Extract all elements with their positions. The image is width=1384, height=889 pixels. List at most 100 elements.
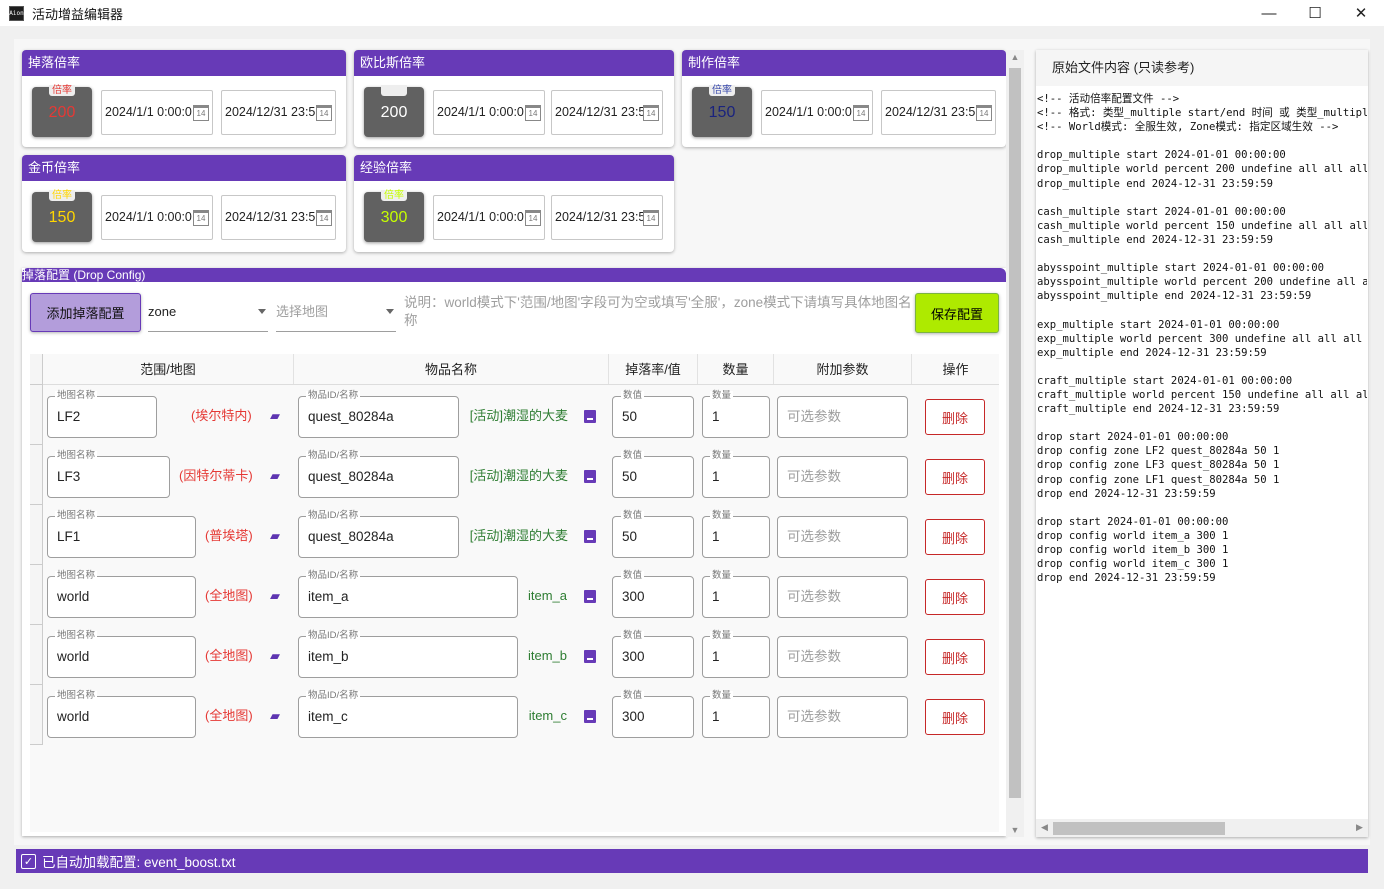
row-header[interactable]	[30, 685, 43, 745]
count-input[interactable]: 1	[702, 636, 770, 678]
column-header-map[interactable]: 范围/地图	[43, 354, 294, 384]
row-header[interactable]	[30, 505, 43, 565]
item-save-icon[interactable]	[584, 470, 596, 483]
map-select[interactable]: 选择地图	[276, 296, 396, 332]
end-date-picker[interactable]: 2024/12/31 23:5 14	[881, 90, 996, 135]
map-icon[interactable]: ▰	[270, 589, 283, 603]
scroll-down-arrow-icon[interactable]: ▼	[1006, 825, 1024, 835]
extra-params-input[interactable]: 可选参数	[777, 696, 908, 738]
horizontal-scrollbar[interactable]: ◀ ▶	[1036, 819, 1368, 837]
map-name-input[interactable]: world	[47, 696, 196, 738]
item-save-icon[interactable]	[584, 710, 596, 723]
calendar-icon[interactable]: 14	[316, 105, 332, 121]
raw-line: exp_multiple world percent 300 undefine …	[1037, 332, 1363, 345]
multiplier-box[interactable]: 200	[364, 85, 424, 137]
multiplier-box[interactable]: 倍率 300	[364, 190, 424, 242]
map-icon[interactable]: ▰	[270, 469, 283, 483]
start-date-picker[interactable]: 2024/1/1 0:00:0 14	[761, 90, 873, 135]
start-date-picker[interactable]: 2024/1/1 0:00:0 14	[101, 195, 213, 240]
end-date-picker[interactable]: 2024/12/31 23:5 14	[221, 90, 336, 135]
extra-params-input[interactable]: 可选参数	[777, 636, 908, 678]
multiplier-box[interactable]: 倍率 200	[32, 85, 92, 137]
auto-load-checkbox[interactable]: ✓	[21, 853, 36, 869]
delete-row-button[interactable]: 删除	[925, 399, 985, 435]
start-date-picker[interactable]: 2024/1/1 0:00:0 14	[433, 90, 545, 135]
count-input[interactable]: 1	[702, 696, 770, 738]
calendar-icon[interactable]: 14	[193, 210, 209, 226]
close-button[interactable]: ✕	[1338, 0, 1384, 26]
end-date-picker[interactable]: 2024/12/31 23:5 14	[551, 195, 663, 240]
multiplier-box[interactable]: 倍率 150	[692, 85, 752, 137]
rate-input[interactable]: 50	[612, 516, 694, 558]
minimize-button[interactable]: —	[1246, 0, 1292, 26]
column-header-rate[interactable]: 掉落率/值	[609, 354, 698, 384]
extra-params-input[interactable]: 可选参数	[777, 576, 908, 618]
calendar-icon[interactable]: 14	[525, 210, 541, 226]
row-header[interactable]	[30, 445, 43, 505]
maximize-button[interactable]: ☐	[1292, 0, 1338, 26]
end-date-picker[interactable]: 2024/12/31 23:5 14	[551, 90, 663, 135]
extra-params-input[interactable]: 可选参数	[777, 396, 908, 438]
rate-input[interactable]: 300	[612, 576, 694, 618]
rate-input[interactable]: 300	[612, 636, 694, 678]
calendar-icon[interactable]: 14	[525, 105, 541, 121]
map-icon[interactable]: ▰	[270, 529, 283, 543]
extra-params-input[interactable]: 可选参数	[777, 516, 908, 558]
row-header[interactable]	[30, 625, 43, 685]
raw-file-content[interactable]: <!-- 活动倍率配置文件 --> <!-- 格式: 类型_multiple st…	[1037, 92, 1367, 818]
map-icon[interactable]: ▰	[270, 709, 283, 723]
rate-input[interactable]: 300	[612, 696, 694, 738]
map-icon[interactable]: ▰	[270, 409, 283, 423]
calendar-icon[interactable]: 14	[316, 210, 332, 226]
start-date-picker[interactable]: 2024/1/1 0:00:0 14	[433, 195, 545, 240]
scroll-right-arrow-icon[interactable]: ▶	[1351, 822, 1368, 833]
map-name-input[interactable]: world	[47, 636, 196, 678]
mode-select[interactable]: zone	[148, 296, 268, 332]
delete-row-button[interactable]: 删除	[925, 579, 985, 615]
end-date-picker[interactable]: 2024/12/31 23:5 14	[221, 195, 336, 240]
item-save-icon[interactable]	[584, 650, 596, 663]
add-drop-config-button[interactable]: 添加掉落配置	[30, 293, 141, 332]
map-field-label: 地图名称	[55, 390, 98, 401]
vertical-scroll-thumb[interactable]	[1009, 68, 1021, 798]
count-input[interactable]: 1	[702, 576, 770, 618]
calendar-icon[interactable]: 14	[976, 105, 992, 121]
item-save-icon[interactable]	[584, 410, 596, 423]
horizontal-scroll-thumb[interactable]	[1053, 822, 1225, 835]
map-name-input[interactable]: LF3	[47, 456, 170, 498]
map-name-input[interactable]: LF1	[47, 516, 196, 558]
count-input[interactable]: 1	[702, 516, 770, 558]
delete-row-button[interactable]: 删除	[925, 519, 985, 555]
column-header-extra[interactable]: 附加参数	[774, 354, 912, 384]
calendar-icon[interactable]: 14	[643, 105, 659, 121]
column-header-count[interactable]: 数量	[698, 354, 774, 384]
rate-input[interactable]: 50	[612, 456, 694, 498]
column-header-item[interactable]: 物品名称	[294, 354, 609, 384]
extra-params-input[interactable]: 可选参数	[777, 456, 908, 498]
map-icon[interactable]: ▰	[270, 649, 283, 663]
item-save-icon[interactable]	[584, 530, 596, 543]
row-header[interactable]	[30, 385, 43, 445]
map-name-input[interactable]: LF2	[47, 396, 157, 438]
end-date-value: 2024/12/31 23:5	[225, 105, 316, 119]
delete-row-button[interactable]: 删除	[925, 639, 985, 675]
map-name-input[interactable]: world	[47, 576, 196, 618]
rate-input[interactable]: 50	[612, 396, 694, 438]
item-save-icon[interactable]	[584, 590, 596, 603]
row-header[interactable]	[30, 565, 43, 625]
calendar-icon[interactable]: 14	[643, 210, 659, 226]
scroll-left-arrow-icon[interactable]: ◀	[1036, 822, 1053, 833]
column-header-action[interactable]: 操作	[912, 354, 999, 384]
count-field-label: 数量	[710, 390, 734, 401]
count-input[interactable]: 1	[702, 396, 770, 438]
start-date-picker[interactable]: 2024/1/1 0:00:0 14	[101, 90, 213, 135]
save-config-button[interactable]: 保存配置	[915, 293, 999, 333]
vertical-scrollbar[interactable]: ▲ ▼	[1006, 50, 1024, 837]
delete-row-button[interactable]: 删除	[925, 699, 985, 735]
scroll-up-arrow-icon[interactable]: ▲	[1006, 52, 1024, 62]
calendar-icon[interactable]: 14	[193, 105, 209, 121]
count-input[interactable]: 1	[702, 456, 770, 498]
delete-row-button[interactable]: 删除	[925, 459, 985, 495]
multiplier-box[interactable]: 倍率 150	[32, 190, 92, 242]
calendar-icon[interactable]: 14	[853, 105, 869, 121]
